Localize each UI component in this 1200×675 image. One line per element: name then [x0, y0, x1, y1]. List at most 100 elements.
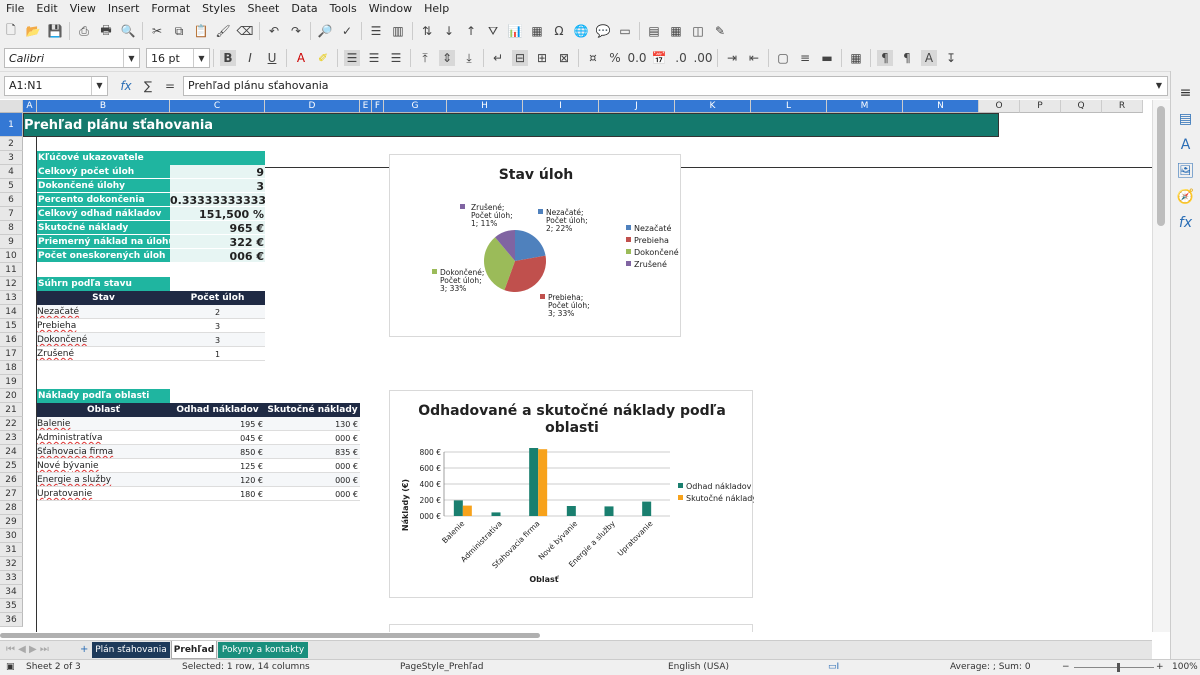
split-window-icon[interactable]: ◫ — [690, 23, 706, 39]
column-header[interactable]: N — [903, 100, 979, 113]
column-header[interactable]: R — [1102, 100, 1143, 113]
zoom-out-icon[interactable]: − — [1062, 662, 1070, 672]
table-row-value[interactable]: 3 — [170, 333, 265, 347]
costs-header[interactable]: Náklady podľa oblasti — [37, 389, 170, 403]
horizontal-scrollbar[interactable] — [0, 633, 540, 638]
row-header[interactable]: 2 — [0, 137, 23, 151]
column-header[interactable]: D — [265, 100, 360, 113]
sort-icon[interactable]: ⇅ — [419, 23, 435, 39]
status-summary-header[interactable]: Súhrn podľa stavu — [37, 277, 170, 291]
pie-slice-0[interactable] — [515, 230, 546, 261]
table-header[interactable]: Oblasť — [37, 403, 170, 417]
row-header[interactable]: 33 — [0, 571, 23, 585]
row-header[interactable]: 20 — [0, 389, 23, 403]
align-middle-icon[interactable]: ⇕ — [439, 50, 455, 66]
align-bottom-icon[interactable]: ⤓ — [461, 50, 477, 66]
table-row-value[interactable]: 000 € — [265, 487, 360, 501]
align-right-icon[interactable]: ☰ — [388, 50, 404, 66]
number-icon[interactable]: 0.0 — [627, 50, 646, 66]
comment-icon[interactable]: 💬 — [595, 23, 611, 39]
autofilter-icon[interactable]: ⛛ — [485, 23, 501, 39]
row-header[interactable]: 11 — [0, 263, 23, 277]
column-header[interactable]: L — [751, 100, 827, 113]
table-row-value[interactable]: 195 € — [170, 417, 265, 431]
column-header[interactable]: P — [1020, 100, 1061, 113]
column-header[interactable]: Q — [1061, 100, 1102, 113]
bar-4-0[interactable] — [604, 506, 614, 516]
kpi-value[interactable]: 0.333333333333 — [170, 193, 265, 207]
kpi-header-fill[interactable] — [170, 151, 265, 165]
row-header[interactable]: 17 — [0, 347, 23, 361]
chart-placeholder[interactable] — [389, 624, 753, 632]
pivot-table-icon[interactable]: ▦ — [529, 23, 545, 39]
add-decimal-icon[interactable]: .0 — [673, 50, 689, 66]
bar-2-0[interactable] — [529, 448, 539, 516]
table-row-label[interactable]: Prebieha — [37, 319, 170, 333]
kpi-value[interactable]: 151,500 % — [170, 207, 265, 221]
row-icon[interactable]: ☰ — [368, 23, 384, 39]
kpi-label[interactable]: Percento dokončenia — [37, 193, 170, 207]
row-header[interactable]: 18 — [0, 361, 23, 375]
row-header[interactable]: 16 — [0, 333, 23, 347]
table-header[interactable]: Stav — [37, 291, 170, 305]
increase-indent-icon[interactable]: ⇥ — [724, 50, 740, 66]
language[interactable]: English (USA) — [668, 662, 729, 672]
formula-input[interactable]: Prehľad plánu sťahovania ▼ — [183, 75, 1168, 96]
row-header[interactable]: 7 — [0, 207, 23, 221]
table-row-label[interactable]: Nezačaté — [37, 305, 170, 319]
menu-8[interactable]: Tools — [324, 2, 363, 15]
column-icon[interactable]: ▥ — [390, 23, 406, 39]
row-header[interactable]: 35 — [0, 599, 23, 613]
sort-asc-icon[interactable]: ↓ — [441, 23, 457, 39]
vertical-scrollbar[interactable] — [1152, 100, 1170, 632]
menu-icon[interactable]: ≡ — [1178, 85, 1194, 101]
row-header[interactable]: 24 — [0, 445, 23, 459]
tab-prehlad[interactable]: Prehľad — [171, 641, 217, 659]
table-row-value[interactable]: 1 — [170, 347, 265, 361]
table-row-value[interactable]: 120 € — [170, 473, 265, 487]
special-char-icon[interactable]: Ω — [551, 23, 567, 39]
table-row-value[interactable]: 000 € — [265, 459, 360, 473]
font-color-icon[interactable]: A — [293, 50, 309, 66]
table-row-label[interactable]: Administratíva — [37, 431, 170, 445]
row-header[interactable]: 3 — [0, 151, 23, 165]
table-row-label[interactable]: Sťahovacia firma — [37, 445, 170, 459]
row-header[interactable]: 1 — [0, 113, 23, 137]
scrollbar-thumb[interactable] — [1157, 106, 1165, 226]
row-header[interactable]: 36 — [0, 613, 23, 627]
page-style[interactable]: PageStyle_Prehľad — [400, 662, 484, 672]
row-header[interactable]: 4 — [0, 165, 23, 179]
column-header[interactable]: E — [360, 100, 372, 113]
menu-4[interactable]: Format — [145, 2, 196, 15]
menu-9[interactable]: Window — [363, 2, 418, 15]
table-row-value[interactable]: 125 € — [170, 459, 265, 473]
kpi-value[interactable]: 322 € — [170, 235, 265, 249]
row-header[interactable]: 34 — [0, 585, 23, 599]
rtl-icon[interactable]: ¶ — [899, 50, 915, 66]
table-row-value[interactable]: 045 € — [170, 431, 265, 445]
row-header[interactable]: 12 — [0, 277, 23, 291]
clear-icon[interactable]: ⌫ — [237, 23, 254, 39]
column-header[interactable]: K — [675, 100, 751, 113]
copy-icon[interactable]: ⧉ — [171, 23, 187, 39]
table-row-value[interactable]: 130 € — [265, 417, 360, 431]
merge-icon[interactable]: ⊞ — [534, 50, 550, 66]
properties-icon[interactable]: ▤ — [1178, 111, 1194, 127]
row-header[interactable]: 32 — [0, 557, 23, 571]
percent-icon[interactable]: % — [607, 50, 623, 66]
border-color-icon[interactable]: ▬ — [819, 50, 835, 66]
bold-icon[interactable]: B — [220, 50, 236, 66]
tab-nav-icon[interactable]: ⏮ ◀ ▶ ⏭ — [6, 644, 49, 655]
table-row-value[interactable]: 835 € — [265, 445, 360, 459]
redo-icon[interactable]: ↷ — [288, 23, 304, 39]
column-header[interactable]: M — [827, 100, 903, 113]
kpi-label[interactable]: Priemerný náklad na úlohu — [37, 235, 170, 249]
table-header[interactable]: Skutočné náklady — [265, 403, 360, 417]
vertical-text-icon[interactable]: ↧ — [943, 50, 959, 66]
kpi-value[interactable]: 965 € — [170, 221, 265, 235]
date-icon[interactable]: 📅 — [651, 50, 667, 66]
menu-5[interactable]: Styles — [196, 2, 241, 15]
column-header[interactable]: J — [599, 100, 675, 113]
bar-0-0[interactable] — [453, 500, 463, 516]
ltr-icon[interactable]: ¶ — [877, 50, 893, 66]
